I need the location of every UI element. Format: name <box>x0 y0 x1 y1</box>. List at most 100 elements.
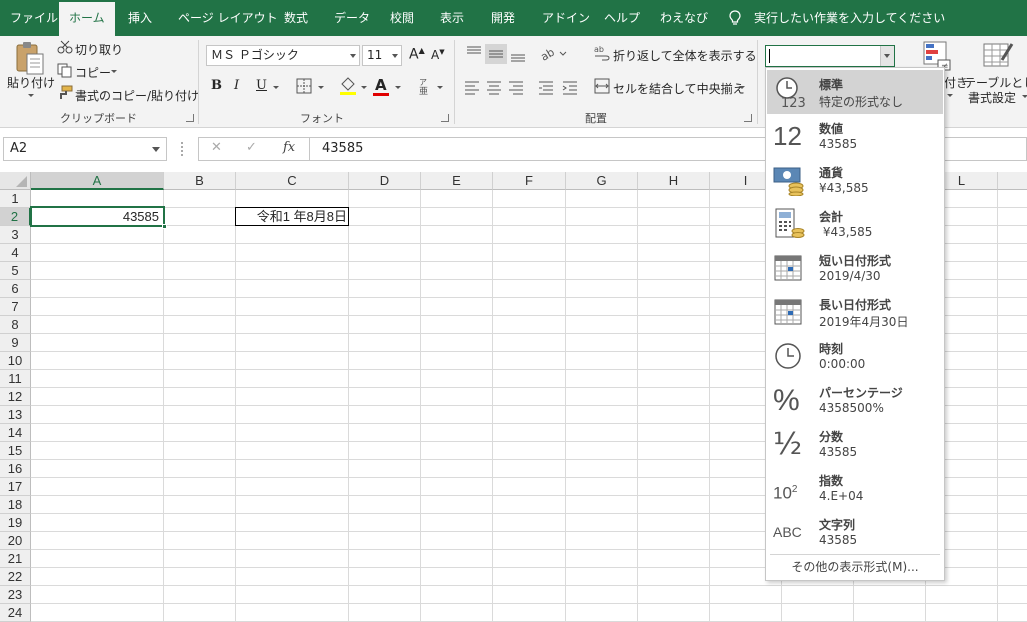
column-header-F[interactable]: F <box>493 172 566 190</box>
tab-review[interactable]: 校閲 <box>390 0 414 36</box>
fill-color-icon[interactable] <box>339 76 357 96</box>
copy-button[interactable]: コピー <box>75 64 111 81</box>
row-header-8[interactable]: 8 <box>0 316 31 334</box>
phonetic-icon[interactable]: ア 亜 <box>418 77 430 95</box>
tab-addins[interactable]: アドイン <box>542 0 590 36</box>
font-color-dropdown-arrow[interactable] <box>395 86 401 89</box>
tab-waenavi[interactable]: わえなび <box>660 0 708 36</box>
cut-button[interactable]: 切り取り <box>75 41 123 58</box>
column-header-G[interactable]: G <box>566 172 638 190</box>
borders-dropdown-arrow[interactable] <box>318 86 324 89</box>
row-header-9[interactable]: 9 <box>0 334 31 352</box>
name-box[interactable]: A2 <box>3 137 167 161</box>
italic-button[interactable]: I <box>234 78 239 93</box>
enter-icon[interactable]: ✓ <box>246 140 257 155</box>
format-as-table-dropdown-arrow[interactable] <box>1022 95 1027 98</box>
select-all-corner[interactable] <box>0 172 31 190</box>
number-format-short-date[interactable]: 短い日付形式 2019/4/30 <box>767 246 943 290</box>
tab-formulas[interactable]: 数式 <box>284 0 308 36</box>
alignment-launcher-icon[interactable] <box>744 114 752 122</box>
format-as-table-label-2[interactable]: 書式設定 <box>968 89 1016 106</box>
column-header-D[interactable]: D <box>349 172 421 190</box>
insert-function-icon[interactable]: fx <box>283 140 295 155</box>
bold-button[interactable]: B <box>211 78 222 93</box>
font-launcher-icon[interactable] <box>441 114 449 122</box>
row-header-20[interactable]: 20 <box>0 532 31 550</box>
formula-bar-splitter[interactable] <box>181 142 183 156</box>
shrink-font-button[interactable]: A▼ <box>431 48 445 62</box>
vertical-align-icons[interactable] <box>463 44 533 64</box>
cancel-icon[interactable]: ✕ <box>211 140 222 155</box>
row-header-23[interactable]: 23 <box>0 586 31 604</box>
row-header-10[interactable]: 10 <box>0 352 31 370</box>
tab-view[interactable]: 表示 <box>440 0 464 36</box>
merge-center-button[interactable]: セルを結合して中央揃え <box>613 80 745 97</box>
column-header-E[interactable]: E <box>421 172 493 190</box>
paste-icon[interactable] <box>14 40 46 76</box>
row-header-7[interactable]: 7 <box>0 298 31 316</box>
cell-C2[interactable]: 令和1 年8月8日 <box>236 208 347 225</box>
row-header-16[interactable]: 16 <box>0 460 31 478</box>
row-header-13[interactable]: 13 <box>0 406 31 424</box>
borders-icon[interactable] <box>296 78 312 94</box>
font-color-button[interactable]: A <box>375 76 387 94</box>
tab-page-layout[interactable]: ページ レイアウト <box>178 0 278 36</box>
increase-indent-icon[interactable] <box>562 79 578 95</box>
number-format-general[interactable]: 123 標準 特定の形式なし <box>767 70 943 114</box>
chevron-down-icon[interactable] <box>880 46 894 66</box>
row-header-12[interactable]: 12 <box>0 388 31 406</box>
horizontal-align-icons[interactable] <box>463 79 559 95</box>
font-name-combo[interactable]: ＭＳ Ｐゴシック <box>206 45 360 66</box>
copy-dropdown-arrow[interactable] <box>111 70 117 73</box>
format-painter-button[interactable]: 書式のコピー/貼り付け <box>75 87 199 104</box>
row-header-21[interactable]: 21 <box>0 550 31 568</box>
fill-handle[interactable] <box>162 224 167 229</box>
row-header-18[interactable]: 18 <box>0 496 31 514</box>
column-header-B[interactable]: B <box>164 172 236 190</box>
tab-developer[interactable]: 開発 <box>491 0 515 36</box>
number-format-long-date[interactable]: 長い日付形式 2019年4月30日 <box>767 290 943 334</box>
underline-button[interactable]: U <box>256 78 267 93</box>
paste-button[interactable]: 貼り付け <box>7 74 55 91</box>
number-format-number[interactable]: 12 数値 43585 <box>767 114 943 158</box>
number-format-fraction[interactable]: ½ 分数 43585 <box>767 422 943 466</box>
tab-home[interactable]: ホーム <box>59 2 115 36</box>
font-size-combo[interactable]: 11 <box>362 45 402 66</box>
row-header-15[interactable]: 15 <box>0 442 31 460</box>
row-header-24[interactable]: 24 <box>0 604 31 622</box>
format-as-table-icon[interactable] <box>982 40 1014 72</box>
row-header-17[interactable]: 17 <box>0 478 31 496</box>
tab-help[interactable]: ヘルプ <box>604 0 640 36</box>
row-header-5[interactable]: 5 <box>0 262 31 280</box>
column-header-C[interactable]: C <box>236 172 349 190</box>
row-header-2[interactable]: 2 <box>0 208 31 226</box>
tab-insert[interactable]: 挿入 <box>128 0 152 36</box>
number-format-currency[interactable]: 通貨 ¥43,585 <box>767 158 943 202</box>
row-header-3[interactable]: 3 <box>0 226 31 244</box>
row-header-11[interactable]: 11 <box>0 370 31 388</box>
clipboard-launcher-icon[interactable] <box>186 114 194 122</box>
row-header-14[interactable]: 14 <box>0 424 31 442</box>
number-format-percentage[interactable]: % パーセンテージ 4358500% <box>767 378 943 422</box>
merge-dropdown-arrow[interactable] <box>739 86 745 89</box>
wrap-text-button[interactable]: 折り返して全体を表示する <box>613 47 757 64</box>
column-header-A[interactable]: A <box>31 172 164 190</box>
phonetic-dropdown-arrow[interactable] <box>437 86 443 89</box>
number-format-combo[interactable] <box>765 45 895 67</box>
more-number-formats-link[interactable]: その他の表示形式(M)... <box>766 558 944 575</box>
underline-dropdown-arrow[interactable] <box>273 86 279 89</box>
row-header-22[interactable]: 22 <box>0 568 31 586</box>
column-header-H[interactable]: H <box>638 172 710 190</box>
number-format-scientific[interactable]: 102 指数 4.E+04 <box>767 466 943 510</box>
tab-file[interactable]: ファイル <box>10 0 58 36</box>
row-header-19[interactable]: 19 <box>0 514 31 532</box>
paste-dropdown-arrow[interactable] <box>28 94 34 97</box>
fill-color-dropdown-arrow[interactable] <box>361 86 367 89</box>
grow-font-button[interactable]: A▲ <box>409 46 425 63</box>
tab-data[interactable]: データ <box>334 0 370 36</box>
row-header-6[interactable]: 6 <box>0 280 31 298</box>
orientation-icon[interactable]: ab <box>540 45 568 61</box>
conditional-formatting-dropdown-arrow[interactable] <box>947 94 953 97</box>
row-header-1[interactable]: 1 <box>0 190 31 208</box>
row-header-4[interactable]: 4 <box>0 244 31 262</box>
